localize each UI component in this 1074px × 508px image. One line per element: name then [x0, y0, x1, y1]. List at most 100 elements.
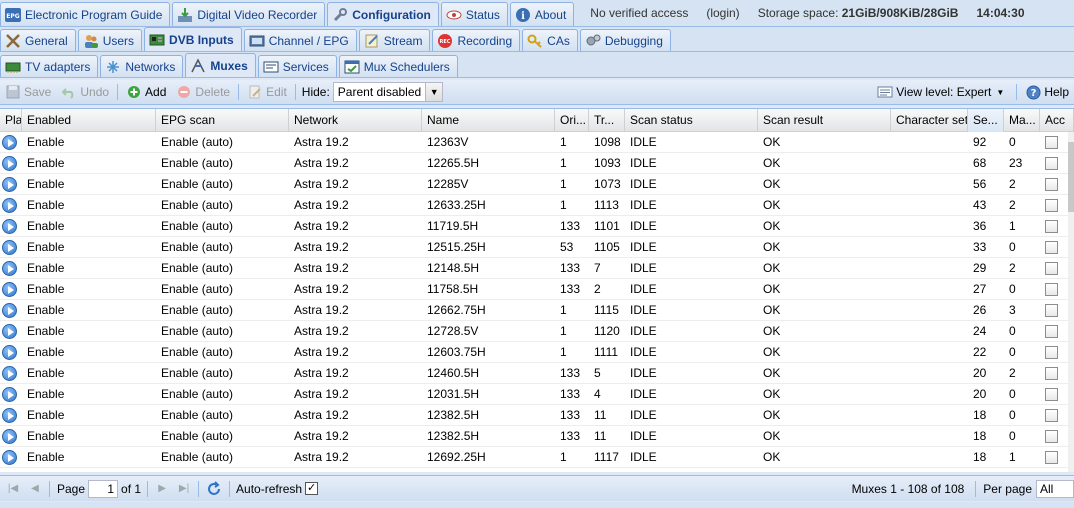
column-header-mapped[interactable]: Ma...	[1004, 109, 1040, 132]
tab-channel-epg[interactable]: Channel / EPG	[243, 29, 357, 51]
play-icon[interactable]	[2, 450, 17, 465]
play-icon[interactable]	[2, 261, 17, 276]
vertical-scrollbar[interactable]	[1068, 132, 1074, 472]
table-row[interactable]: Enable Enable (auto) Astra 19.2 12382.5H 133…	[0, 426, 1068, 447]
last-page-icon[interactable]: ▶|	[176, 481, 192, 497]
table-row[interactable]: Enable Enable (auto) Astra 19.2 12285V 1 1073…	[0, 174, 1068, 195]
play-icon[interactable]	[2, 219, 17, 234]
table-row[interactable]: Enable Enable (auto) Astra 19.2 12728.5V 1 11…	[0, 321, 1068, 342]
chevron-down-icon[interactable]: ▼	[425, 83, 443, 101]
table-row[interactable]: Enable Enable (auto) Astra 19.2 12692.25H 1 1…	[0, 447, 1068, 468]
next-page-icon[interactable]: ▶	[154, 481, 170, 497]
scrollbar-thumb[interactable]	[1068, 142, 1074, 212]
column-header-transport[interactable]: Tr...	[589, 109, 625, 132]
play-icon[interactable]	[2, 135, 17, 150]
table-row[interactable]: Enable Enable (auto) Astra 19.2 12382.5H 133…	[0, 405, 1068, 426]
tab-tv-adapters[interactable]: TV adapters	[0, 55, 99, 77]
prev-page-icon[interactable]: ◀	[27, 481, 43, 497]
edit-button[interactable]: Edit	[242, 82, 292, 103]
tab-networks[interactable]: Networks	[100, 55, 184, 77]
accept-checkbox[interactable]	[1045, 199, 1058, 212]
cell-orbital: 133	[560, 261, 581, 275]
accept-checkbox[interactable]	[1045, 283, 1058, 296]
table-row[interactable]: Enable Enable (auto) Astra 19.2 12460.5H 133…	[0, 363, 1068, 384]
column-header-services[interactable]: Se...	[968, 109, 1004, 132]
play-icon[interactable]	[2, 198, 17, 213]
accept-checkbox[interactable]	[1045, 325, 1058, 338]
table-row[interactable]: Enable Enable (auto) Astra 19.2 11719.5H 133…	[0, 216, 1068, 237]
accept-checkbox[interactable]	[1045, 451, 1058, 464]
tab-electronic-program-guide[interactable]: EPG Electronic Program Guide	[0, 2, 171, 26]
accept-checkbox[interactable]	[1045, 136, 1058, 149]
accept-checkbox[interactable]	[1045, 157, 1058, 170]
per-page-select[interactable]: All	[1036, 479, 1074, 498]
play-icon[interactable]	[2, 387, 17, 402]
login-link[interactable]: (login)	[706, 6, 739, 20]
refresh-icon[interactable]	[206, 480, 222, 497]
play-icon[interactable]	[2, 303, 17, 318]
tab-dvb-inputs[interactable]: DVB Inputs	[144, 27, 242, 51]
play-icon[interactable]	[2, 429, 17, 444]
accept-checkbox[interactable]	[1045, 367, 1058, 380]
tab-about[interactable]: i About	[509, 2, 575, 26]
tab-users[interactable]: Users	[77, 29, 143, 51]
accept-checkbox[interactable]	[1045, 388, 1058, 401]
column-header-scan-result[interactable]: Scan result	[758, 109, 891, 132]
page-number-input[interactable]: 1	[88, 479, 119, 498]
table-row[interactable]: Enable Enable (auto) Astra 19.2 12148.5H 133…	[0, 258, 1068, 279]
tab-recording[interactable]: REC Recording	[432, 29, 521, 51]
column-header-enabled[interactable]: Enabled	[22, 109, 156, 132]
table-row[interactable]: Enable Enable (auto) Astra 19.2 12363V 1 1098…	[0, 132, 1068, 153]
tab-digital-video-recorder[interactable]: Digital Video Recorder	[172, 2, 326, 26]
play-icon[interactable]	[2, 156, 17, 171]
accept-checkbox[interactable]	[1045, 430, 1058, 443]
accept-checkbox[interactable]	[1045, 346, 1058, 359]
table-row[interactable]: Enable Enable (auto) Astra 19.2 12265.5H 1 10…	[0, 153, 1068, 174]
tab-stream[interactable]: Stream	[358, 29, 431, 51]
column-header-network[interactable]: Network	[289, 109, 422, 132]
tab-muxes[interactable]: Muxes	[185, 53, 256, 77]
tab-general[interactable]: General	[0, 29, 76, 51]
accept-checkbox[interactable]	[1045, 220, 1058, 233]
column-header-accept[interactable]: Acc	[1040, 109, 1074, 132]
play-icon[interactable]	[2, 408, 17, 423]
undo-button[interactable]: Undo	[56, 82, 114, 103]
tab-cas[interactable]: CAs	[522, 29, 578, 51]
play-icon[interactable]	[2, 366, 17, 381]
tab-configuration[interactable]: Configuration	[327, 2, 439, 26]
table-row[interactable]: Enable Enable (auto) Astra 19.2 12662.75H 1 1…	[0, 300, 1068, 321]
play-icon[interactable]	[2, 177, 17, 192]
play-icon[interactable]	[2, 345, 17, 360]
add-button[interactable]: Add	[121, 82, 171, 103]
tab-services[interactable]: Services	[257, 55, 337, 77]
tab-status[interactable]: Status	[440, 2, 508, 26]
hide-select[interactable]: Parent disabled ▼	[332, 82, 444, 102]
delete-button[interactable]: Delete	[171, 82, 235, 103]
table-row[interactable]: Enable Enable (auto) Astra 19.2 11758.5H 133…	[0, 279, 1068, 300]
view-level-button[interactable]: View level: Expert ▼	[872, 82, 1009, 103]
first-page-icon[interactable]: |◀	[5, 481, 21, 497]
table-row[interactable]: Enable Enable (auto) Astra 19.2 12515.25H 53…	[0, 237, 1068, 258]
accept-checkbox[interactable]	[1045, 262, 1058, 275]
accept-checkbox[interactable]	[1045, 304, 1058, 317]
help-button[interactable]: ? Help	[1020, 82, 1074, 103]
table-row[interactable]: Enable Enable (auto) Astra 19.2 12633.25H 1 1…	[0, 195, 1068, 216]
table-row[interactable]: Enable Enable (auto) Astra 19.2 12603.75H 1 1…	[0, 342, 1068, 363]
play-icon[interactable]	[2, 324, 17, 339]
auto-refresh-checkbox[interactable]: ✓	[305, 482, 319, 495]
column-header-orbital[interactable]: Ori...	[555, 109, 589, 132]
column-header-scan-status[interactable]: Scan status	[625, 109, 758, 132]
tab-mux-schedulers[interactable]: Mux Schedulers	[338, 55, 458, 77]
table-row[interactable]: Enable Enable (auto) Astra 19.2 12031.5H 133…	[0, 384, 1068, 405]
accept-checkbox[interactable]	[1045, 178, 1058, 191]
play-icon[interactable]	[2, 282, 17, 297]
accept-checkbox[interactable]	[1045, 241, 1058, 254]
play-icon[interactable]	[2, 240, 17, 255]
accept-checkbox[interactable]	[1045, 409, 1058, 422]
column-header-epg-scan[interactable]: EPG scan	[156, 109, 289, 132]
tab-debugging[interactable]: Debugging	[579, 29, 671, 51]
save-button[interactable]: Save	[0, 82, 56, 103]
column-header-name[interactable]: Name	[422, 109, 555, 132]
column-header-character-set[interactable]: Character set	[891, 109, 968, 132]
column-header-play[interactable]: Play	[0, 109, 22, 132]
